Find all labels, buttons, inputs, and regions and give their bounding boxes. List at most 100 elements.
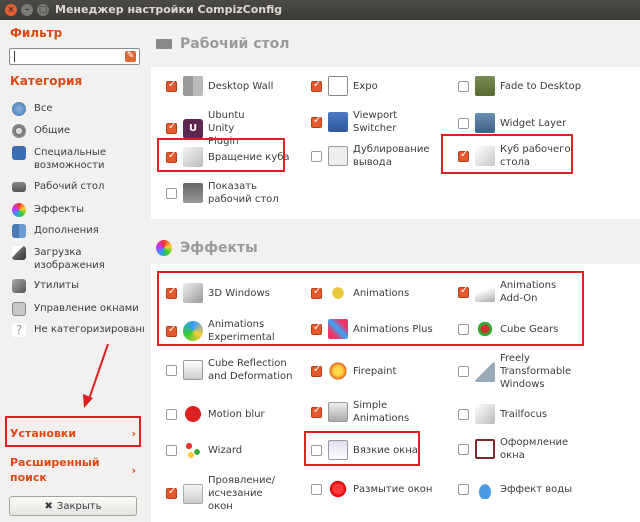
title-bar: × – □ Менеджер настройки CompizConfig <box>0 0 640 20</box>
accessibility-icon <box>12 146 26 160</box>
firepaint-icon <box>328 361 348 381</box>
plugin-fade-to-desktop[interactable]: Fade to Desktop <box>458 76 581 96</box>
rotate-cube-highlight <box>157 138 285 172</box>
plugin-cube-reflection[interactable]: Cube Reflection and Deformation <box>166 357 293 383</box>
settings-highlight <box>5 416 141 447</box>
3d-windows-icon <box>183 283 203 303</box>
plugin-animations-addon[interactable]: Animations Add-On <box>458 279 580 305</box>
plugin-fade-windows[interactable]: Проявление/ исчезание окон <box>166 474 288 513</box>
plugin-freely-transformable[interactable]: Freely Transformable Windows <box>458 352 575 391</box>
plugin-wizard[interactable]: Wizard <box>166 440 242 460</box>
checkbox[interactable] <box>166 324 177 337</box>
plugin-trailfocus[interactable]: Trailfocus <box>458 404 547 424</box>
plugin-window-decoration[interactable]: Оформление окна <box>458 436 570 462</box>
unity-icon: U <box>183 118 203 139</box>
desktop-wall-icon <box>183 76 203 96</box>
checkbox[interactable] <box>311 483 322 495</box>
plugin-widget-layer[interactable]: Widget Layer <box>458 113 566 133</box>
simple-animations-icon <box>328 402 348 422</box>
image-loading-icon <box>12 246 26 260</box>
checkbox[interactable] <box>458 408 469 420</box>
plugin-3d-windows[interactable]: 3D Windows <box>166 283 270 303</box>
plugin-show-desktop[interactable]: Показать рабочий стол <box>166 180 283 206</box>
checkbox[interactable] <box>458 80 469 92</box>
chevron-right-icon: › <box>131 463 136 477</box>
maximize-window-icon[interactable]: □ <box>37 4 49 16</box>
category-accessibility[interactable]: Специальные возможности <box>12 146 144 172</box>
plugin-water-effect[interactable]: Эффект воды <box>458 479 572 499</box>
cube-reflection-icon <box>183 360 203 380</box>
plugin-motion-blur[interactable]: Motion blur <box>166 404 265 424</box>
plugin-desktop-wall[interactable]: Desktop Wall <box>166 76 273 96</box>
checkbox[interactable] <box>311 115 322 128</box>
plugin-animations[interactable]: Animations <box>311 283 409 303</box>
motion-blur-icon <box>183 404 203 424</box>
checkbox[interactable] <box>458 285 469 298</box>
animations-experimental-icon <box>183 321 203 341</box>
checkbox[interactable] <box>166 364 177 376</box>
plugin-list: Рабочий стол Desktop Wall Expo Fade to D… <box>151 20 640 522</box>
checkbox[interactable] <box>311 79 322 92</box>
question-icon: ? <box>12 323 26 337</box>
viewport-switcher-icon <box>328 112 348 132</box>
category-utilities[interactable]: Утилиты <box>12 279 144 293</box>
plugin-clone-output[interactable]: Дублирование вывода <box>311 143 429 169</box>
category-desktop[interactable]: Рабочий стол <box>12 180 144 193</box>
plugin-firepaint[interactable]: Firepaint <box>311 361 396 381</box>
checkbox[interactable] <box>166 121 177 134</box>
close-button[interactable]: ✖ Закрыть <box>9 496 137 516</box>
category-extras[interactable]: Дополнения <box>12 224 144 238</box>
category-effects[interactable]: Эффекты <box>12 203 144 217</box>
checkbox[interactable] <box>458 483 469 495</box>
category-all[interactable]: Все <box>12 102 144 116</box>
checkbox[interactable] <box>311 286 322 299</box>
advanced-search-button[interactable]: Расширенный поиск › <box>5 454 141 486</box>
clear-filter-icon[interactable]: ✎ <box>125 51 136 62</box>
effects-icon <box>12 203 26 217</box>
checkbox[interactable] <box>458 117 469 129</box>
checkbox[interactable] <box>166 286 177 299</box>
blur-windows-icon <box>328 479 348 499</box>
plugin-animations-experimental[interactable]: Animations Experimental <box>166 318 278 344</box>
utilities-icon <box>12 279 26 293</box>
water-drop-icon <box>475 479 495 499</box>
checkbox[interactable] <box>311 150 322 162</box>
minimize-window-icon[interactable]: – <box>21 4 33 16</box>
category-general[interactable]: Общие <box>12 124 144 138</box>
clone-output-icon <box>328 146 348 166</box>
close-icon: ✖ <box>44 500 53 512</box>
checkbox[interactable] <box>166 187 177 199</box>
checkbox[interactable] <box>166 79 177 92</box>
checkbox[interactable] <box>458 443 469 455</box>
plugin-expo[interactable]: Expo <box>311 76 378 96</box>
category-heading: Категория <box>10 74 83 88</box>
wobbly-windows-highlight <box>304 431 420 466</box>
checkbox[interactable] <box>458 366 469 377</box>
checkbox[interactable] <box>166 486 177 499</box>
category-uncategorized[interactable]: ? Не категоризированные <box>12 323 144 337</box>
close-window-icon[interactable]: × <box>5 4 17 16</box>
checkbox[interactable] <box>458 323 469 335</box>
checkbox[interactable] <box>166 408 177 420</box>
filter-input[interactable]: ✎ <box>9 48 140 65</box>
checkbox[interactable] <box>311 322 322 335</box>
plugin-simple-animations[interactable]: Simple Animations <box>311 399 418 425</box>
plugin-blur-windows[interactable]: Размытие окон <box>311 479 432 499</box>
widget-layer-icon <box>475 113 495 133</box>
wizard-icon <box>183 440 203 460</box>
plugin-viewport-switcher[interactable]: Viewport Switcher <box>311 109 403 135</box>
checkbox[interactable] <box>311 364 322 377</box>
category-image-loading[interactable]: Загрузка изображения <box>12 246 144 272</box>
desktop-cube-highlight <box>441 134 573 174</box>
window-controls: × – □ <box>5 4 49 16</box>
effects-section-header: Эффекты <box>156 240 258 256</box>
sidebar: Фильтр ✎ Категория Все Общие Специальные… <box>0 20 146 522</box>
category-window-management[interactable]: Управление окнами <box>12 302 144 316</box>
checkbox[interactable] <box>166 444 177 456</box>
trailfocus-icon <box>475 404 495 424</box>
plugin-cube-gears[interactable]: Cube Gears <box>458 319 558 339</box>
checkbox[interactable] <box>311 405 322 418</box>
globe-icon <box>12 102 26 116</box>
fade-to-desktop-icon <box>475 76 495 96</box>
plugin-animations-plus[interactable]: Animations Plus <box>311 319 433 339</box>
